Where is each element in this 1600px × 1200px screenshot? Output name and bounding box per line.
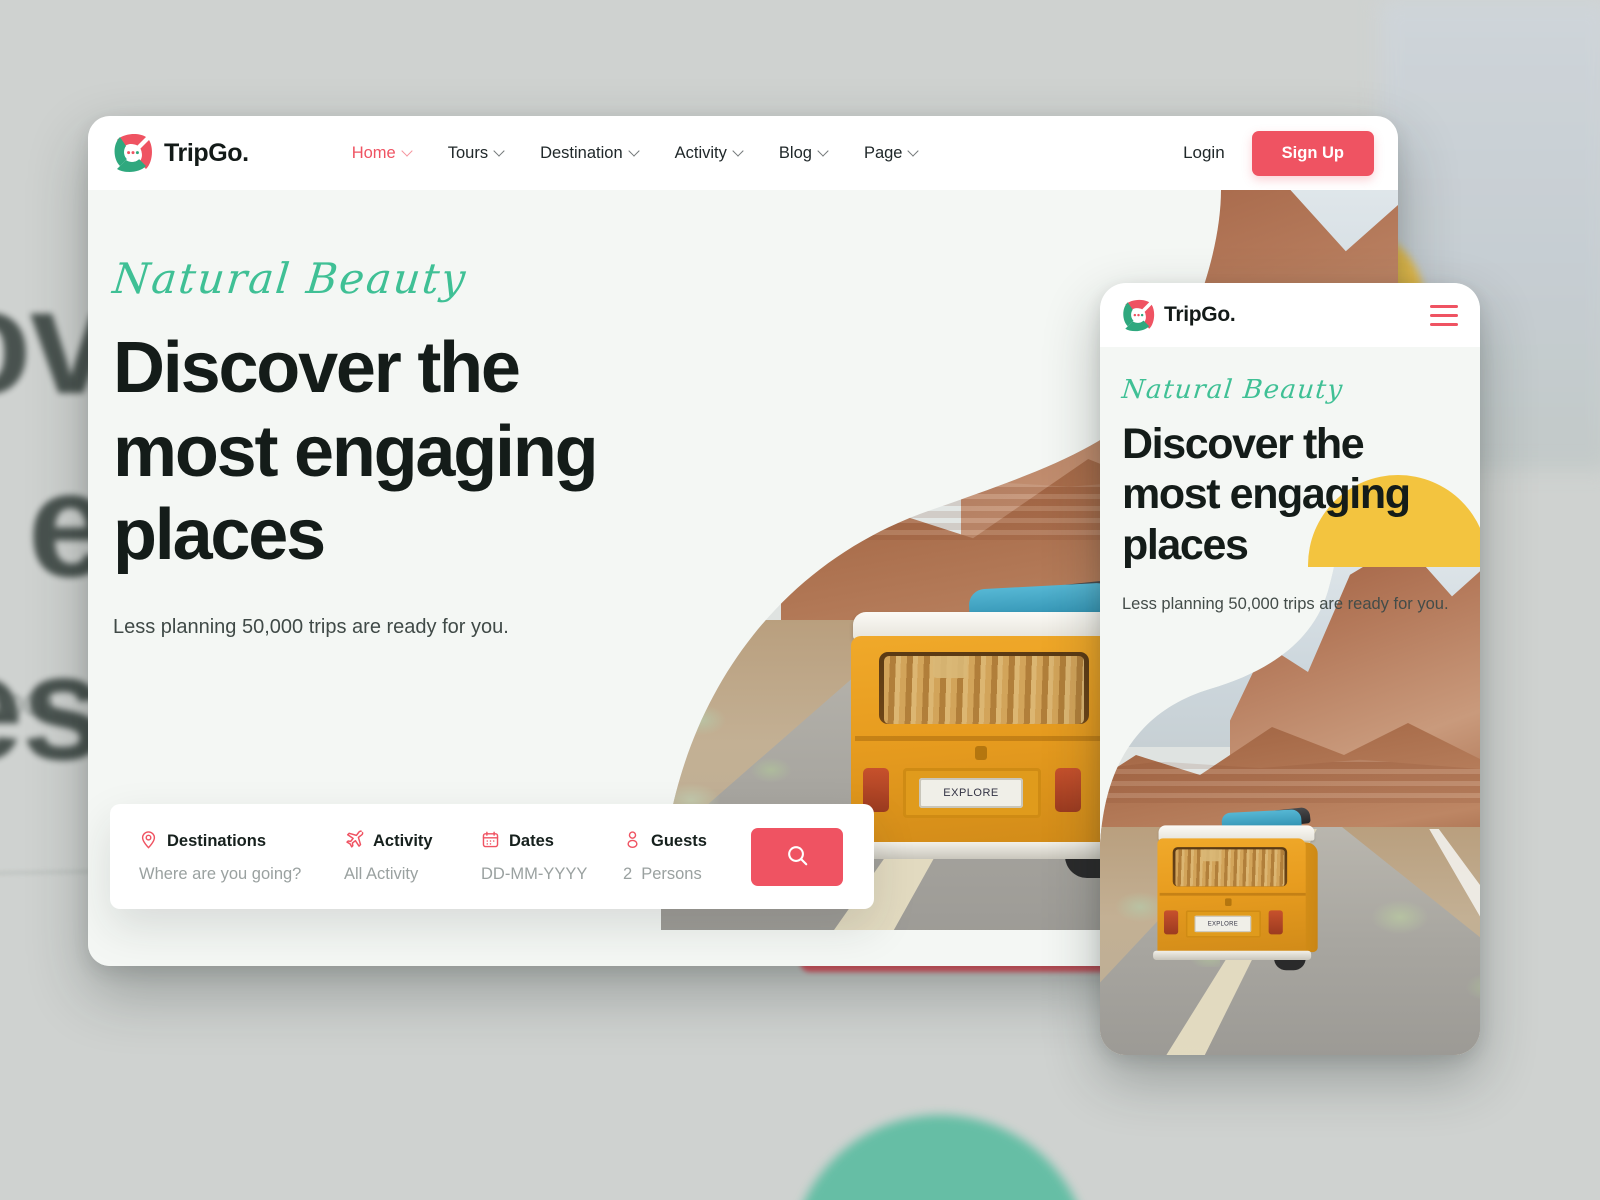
hero-title: Discover the most engaging places	[113, 327, 673, 578]
nav-item-blog[interactable]: Blog	[779, 144, 828, 163]
brand-name: TripGo.	[164, 138, 249, 167]
search-field-destinations[interactable]: Destinations Where are you going?	[110, 830, 315, 884]
chevron-down-icon	[734, 147, 743, 156]
search-destinations-input[interactable]: Where are you going?	[139, 865, 315, 884]
background-ghost-subtext: ,000 t	[0, 690, 54, 720]
desktop-header: TripGo. Home Tours Destination Activity …	[88, 116, 1398, 190]
chevron-down-icon	[495, 147, 504, 156]
chevron-down-icon	[630, 147, 639, 156]
hero-text-block: Natural Beauty Discover the most engagin…	[110, 254, 673, 639]
nav-item-label: Page	[863, 143, 903, 162]
search-field-activity[interactable]: Activity All Activity	[315, 829, 452, 884]
signup-button[interactable]: Sign Up	[1251, 130, 1374, 176]
search-guests-value[interactable]: 2 Persons	[623, 865, 741, 884]
search-activity-value[interactable]: All Activity	[344, 865, 452, 884]
mobile-hero-title: Discover the most engaging places	[1122, 419, 1458, 570]
nav-item-label: Destination	[540, 143, 623, 162]
search-field-guests[interactable]: Guests 2 Persons	[594, 830, 741, 884]
nav-item-tours[interactable]: Tours	[448, 144, 504, 163]
search-field-dates[interactable]: Dates DD-MM-YYYY	[452, 830, 594, 884]
chevron-down-icon	[819, 147, 828, 156]
hero-subtitle: Less planning 50,000 trips are ready for…	[113, 615, 509, 638]
calendar-icon	[481, 830, 500, 854]
search-field-label: Dates	[509, 832, 554, 850]
chevron-down-icon	[403, 147, 412, 156]
mobile-header: TripGo.	[1100, 283, 1480, 347]
nav-item-page[interactable]: Page	[864, 144, 919, 163]
mobile-hero-subtitle: Less planning 50,000 trips are ready for…	[1122, 594, 1449, 613]
search-bar: Destinations Where are you going? Activi…	[110, 804, 874, 909]
search-submit-button[interactable]	[751, 827, 843, 886]
search-dates-input[interactable]: DD-MM-YYYY	[481, 865, 594, 884]
background-green-circle	[790, 1115, 1090, 1200]
nav-item-label: Activity	[674, 143, 727, 162]
mobile-brand-name: TripGo.	[1164, 303, 1236, 326]
search-icon	[785, 843, 810, 871]
search-field-label: Destinations	[167, 832, 267, 850]
compass-logo-icon	[1122, 299, 1155, 332]
mobile-hero-title-line-1: Discover the	[1122, 420, 1365, 468]
nav-item-label: Home	[351, 143, 396, 162]
brand-logo[interactable]: TripGo.	[113, 133, 249, 173]
nav-item-label: Tours	[447, 143, 489, 162]
photo-license-plate: EXPLORE	[919, 778, 1023, 808]
mobile-mockup: TripGo. Natural Beauty Discover the most…	[1100, 283, 1480, 1055]
airplane-icon	[344, 829, 364, 854]
chevron-down-icon	[909, 147, 918, 156]
person-icon	[623, 830, 642, 854]
hero-title-line-2: most engaging	[113, 411, 599, 492]
nav-item-activity[interactable]: Activity	[675, 144, 743, 163]
mobile-photo-license-plate: EXPLORE	[1195, 916, 1252, 932]
desktop-navigation: Home Tours Destination Activity Blog Pag…	[352, 144, 919, 163]
nav-item-home[interactable]: Home	[352, 144, 412, 163]
mobile-hero-text-block: Natural Beauty Discover the most engagin…	[1100, 347, 1480, 617]
hero-eyebrow: Natural Beauty	[110, 254, 470, 303]
desktop-header-actions: Login Sign Up	[1183, 130, 1374, 176]
guests-unit: Persons	[641, 864, 702, 883]
search-field-label: Guests	[651, 832, 707, 850]
guests-count: 2	[623, 864, 633, 883]
nav-item-destination[interactable]: Destination	[540, 144, 639, 163]
mobile-hero-title-line-3: places	[1122, 520, 1249, 569]
location-pin-icon	[139, 830, 158, 854]
login-link[interactable]: Login	[1183, 143, 1225, 163]
hero-title-line-3: places	[113, 495, 326, 576]
nav-item-label: Blog	[778, 143, 812, 162]
mobile-photo-brush-right	[1330, 847, 1480, 1027]
mobile-hero-section: Natural Beauty Discover the most engagin…	[1100, 347, 1480, 1055]
hero-title-line-1: Discover the	[113, 328, 521, 408]
mobile-hero-eyebrow: Natural Beauty	[1120, 375, 1346, 405]
mobile-hero-title-line-2: most engaging	[1122, 470, 1411, 519]
mobile-brand-logo[interactable]: TripGo.	[1122, 299, 1236, 332]
compass-logo-icon	[113, 133, 153, 173]
mobile-hero-photo: EXPLORE	[1100, 547, 1480, 1055]
mobile-photo-camper-van: EXPLORE	[1152, 797, 1245, 889]
hamburger-menu-icon[interactable]	[1430, 304, 1458, 326]
search-field-label: Activity	[373, 832, 433, 850]
